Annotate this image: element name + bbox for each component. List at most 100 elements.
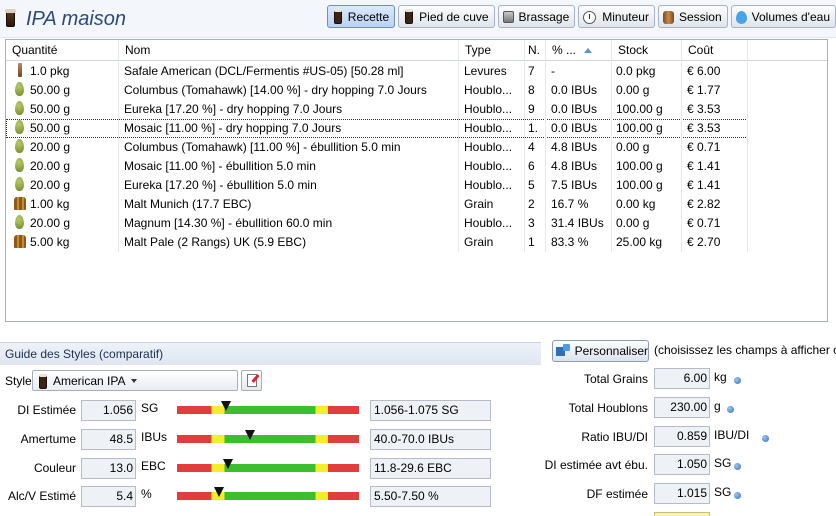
cell-type: Grain [459,233,525,252]
cell-number-text: 7 [528,64,535,78]
tab-pied-de-cuve[interactable]: Pied de cuve [398,5,495,28]
cell-stock-text: 25.00 kg [616,235,663,249]
info-dot-icon [762,435,769,442]
column-header-quantite[interactable]: Quantité [6,40,119,61]
table-row[interactable]: 50.00 g Eureka [17.20 %] - dry hopping 7.… [6,100,748,119]
tab-volumes-eau[interactable]: Volumes d'eau [730,5,836,28]
metric-label: DI Estimée [17,403,76,417]
tab-recette[interactable]: Recette [326,5,396,28]
cell-stock-text: 100.00 g [616,102,663,116]
cell-cost-text: € 3.53 [687,121,721,135]
cell-quantity: 1.00 kg [6,195,119,214]
table-row[interactable]: 20.00 g Mosaic [11.00 %] - ébullition 5.0… [6,157,748,176]
summary-unit: kg [714,370,727,384]
metric-marker-icon [222,459,233,469]
edit-style-button[interactable] [241,370,262,391]
table-row[interactable]: 50.00 g Mosaic [11.00 %] - dry hopping 7.… [6,119,748,138]
cell-quantity-text: 50.00 g [30,83,71,97]
cell-percent: - [546,62,612,81]
cell-type-text: Houblo... [464,121,513,135]
column-header-number[interactable]: N. [525,40,546,61]
cell-stock-text: 0.00 g [616,83,650,97]
cell-stock: 100.00 g [612,119,682,138]
cell-cost-text: € 1.41 [687,159,721,173]
cell-name-text: Columbus (Tomahawk) [14.00 %] - dry hopp… [124,83,427,97]
water-drop-icon [735,9,748,25]
cell-quantity: 50.00 g [6,119,119,138]
recipe-title: IPA maison [26,8,127,30]
customize-button[interactable]: Personnaliser [552,340,649,362]
summary-value: 1.050 [654,454,710,475]
summary-unit: SG [714,456,732,470]
cell-percent-text: - [551,64,555,78]
column-header-label: % ... [552,43,577,57]
style-select[interactable]: American IPA [32,370,238,391]
cell-name: Mosaic [11.00 %] - dry hopping 7.0 Jours [119,119,459,138]
table-row[interactable]: 20.00 g Magnum [14.30 %] - ébullition 60.… [6,214,748,233]
table-row[interactable]: 1.00 kg Malt Munich (17.7 EBC) Grain 2 16.7 … [6,195,748,214]
table-row[interactable]: 5.00 kg Malt Pale (2 Rangs) UK (5.9 EBC) G… [6,233,748,252]
info-dot-icon [727,406,734,413]
cell-number-text: 1. [528,121,539,135]
column-header-percent[interactable]: % ... [546,40,612,61]
tab-brassage[interactable]: Brassage [497,5,576,28]
column-header-nom[interactable]: Nom [119,40,459,61]
summary-value: 1.015 [654,483,710,504]
cell-cost-text: € 1.41 [687,178,721,192]
metric-range-bar [177,463,359,472]
cell-type: Houblo... [459,81,525,100]
cell-stock: 100.00 g [612,157,682,176]
cell-number: 3 [525,214,546,233]
metric-unit: EBC [141,459,166,473]
metric-label: Couleur [33,461,76,475]
cell-cost-text: € 0.71 [687,140,721,154]
cell-stock-text: 0.0 pkg [616,64,656,78]
cell-quantity-text: 20.00 g [30,178,71,192]
cell-quantity: 20.00 g [6,176,119,195]
column-header-type[interactable]: Type [459,40,525,61]
cell-type: Houblo... [459,119,525,138]
metric-label: Alc/V Estimé [7,489,76,503]
tab-minuteur[interactable]: Minuteur [578,5,655,28]
metric-range-bar [177,405,359,414]
cell-percent: 16.7 % [546,195,612,214]
cell-stock-text: 100.00 g [616,121,663,135]
cell-stock: 0.00 g [612,214,682,233]
summary-label: Ratio IBU/DI [581,430,648,444]
cell-stock-text: 100.00 g [616,178,663,192]
edit-pencil-icon [247,374,257,387]
ingredients-table[interactable]: Quantité Nom Type N. % ... Stock Coût 1.… [5,39,828,322]
summary-unit: g [714,399,721,413]
metric-value: 13.0 [81,458,136,479]
cell-cost-text: € 3.53 [687,102,721,116]
cell-percent: 4.8 IBUs [546,157,612,176]
cell-type-text: Houblo... [464,83,513,97]
column-header-cout[interactable]: Coût [682,40,748,61]
cell-number-text: 1 [528,235,535,249]
table-row[interactable]: 20.00 g Columbus (Tomahawk) [11.00 %] - é… [6,138,748,157]
table-row[interactable]: 50.00 g Columbus (Tomahawk) [14.00 %] - d… [6,81,748,100]
clock-icon [583,9,598,25]
hop-icon [14,158,26,173]
cell-stock: 100.00 g [612,100,682,119]
cell-cost: € 6.00 [682,62,748,81]
cell-cost: € 0.71 [682,138,748,157]
summary-value: 6.00 [654,368,710,389]
tab-label: Recette [347,9,390,24]
cell-percent-text: 0.0 IBUs [551,121,598,135]
cell-cost: € 3.53 [682,100,748,119]
table-row[interactable]: 20.00 g Eureka [17.20 %] - ébullition 5.0… [6,176,748,195]
metric-range-bar [177,491,359,500]
cell-type-text: Houblo... [464,178,513,192]
table-row[interactable]: 1.0 pkg Safale American (DCL/Fermentis #U… [6,62,748,81]
tab-session[interactable]: Session [657,5,728,28]
column-header-stock[interactable]: Stock [612,40,682,61]
cell-stock: 0.0 pkg [612,62,682,81]
cell-number-text: 2 [528,197,535,211]
cell-number: 7 [525,62,546,81]
cell-type: Houblo... [459,214,525,233]
cell-type-text: Grain [464,197,494,211]
tab-label: Pied de cuve [419,9,489,24]
cell-percent-text: 4.8 IBUs [551,140,598,154]
summary-unit: IBU/DI [714,428,750,442]
